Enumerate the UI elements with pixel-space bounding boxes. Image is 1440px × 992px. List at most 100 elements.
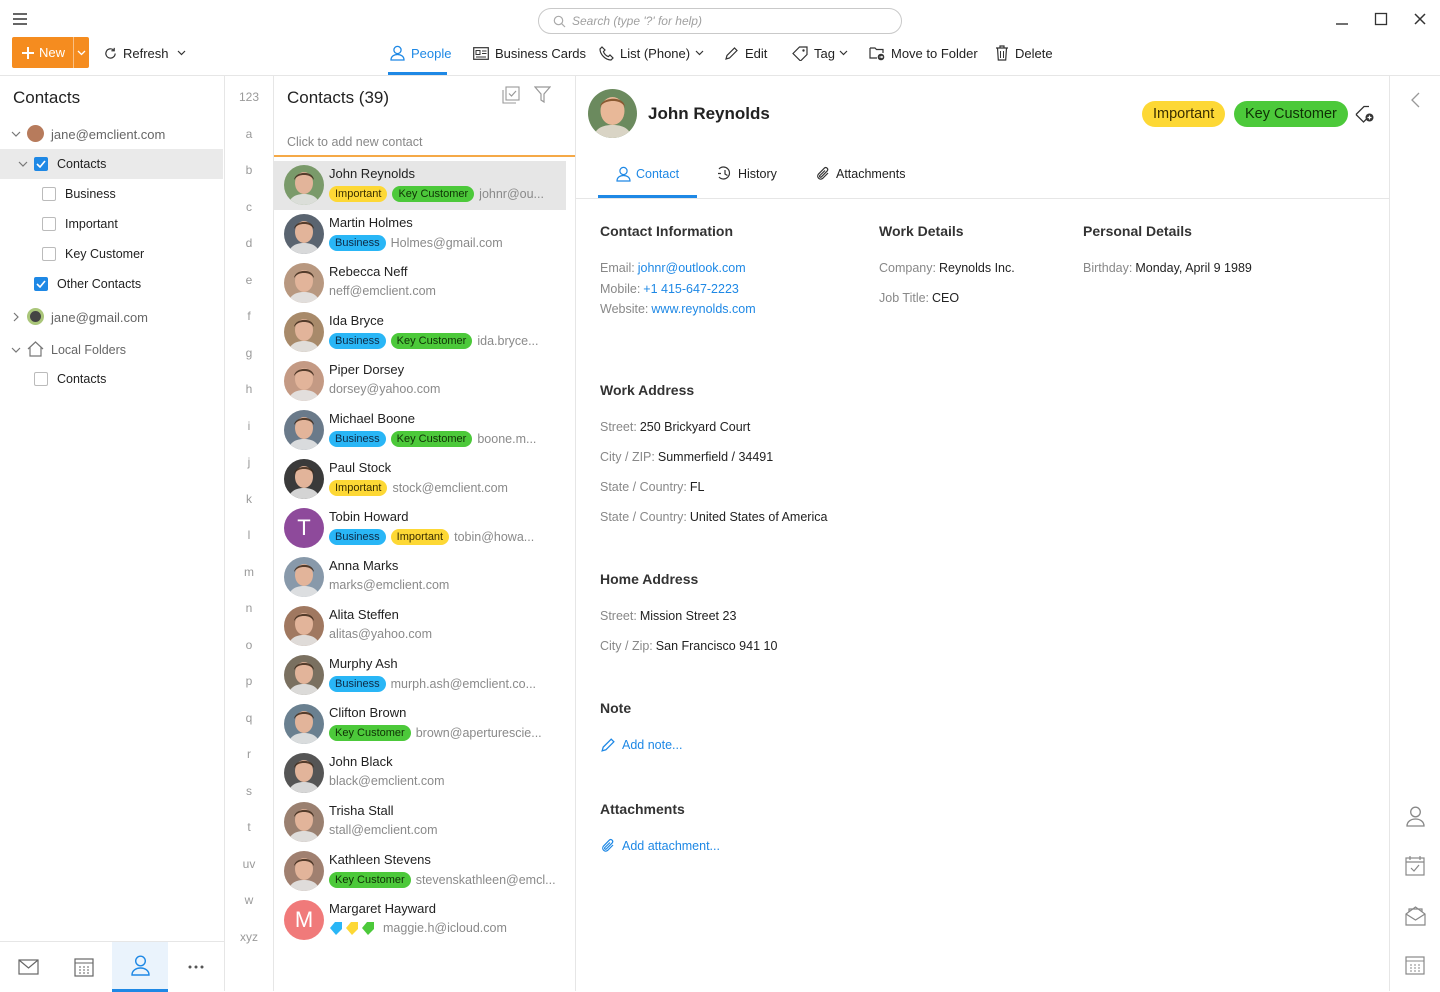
folder-contacts[interactable]: Contacts [0, 149, 223, 179]
contact-row[interactable]: John Black black@emclient.com [274, 749, 566, 798]
contact-row[interactable]: John Reynolds Important Key Customer johnr@… [274, 161, 566, 210]
minimize-button[interactable] [1331, 8, 1353, 30]
folder-business[interactable]: Business [0, 179, 223, 209]
tab-attachments[interactable]: Attachments [815, 166, 905, 182]
phone-link[interactable]: +1 415-647-2223 [643, 282, 739, 296]
alphabet-index-item[interactable]: n [225, 601, 273, 615]
contact-row[interactable]: T Tobin Howard Business Important tobin@howa… [274, 504, 566, 553]
checkbox-checked[interactable] [34, 277, 48, 291]
folder-important[interactable]: Important [0, 209, 223, 239]
new-dropdown[interactable] [73, 37, 89, 68]
collapse-sidebar-button[interactable] [1403, 88, 1427, 112]
chevron-down-icon[interactable] [11, 129, 21, 139]
folder-key-customer[interactable]: Key Customer [0, 239, 223, 269]
alphabet-index-item[interactable]: k [225, 492, 273, 506]
tag-key-customer[interactable]: Key Customer [1234, 101, 1348, 127]
delete-button[interactable]: Delete [995, 37, 1053, 69]
alphabet-index-item[interactable]: h [225, 382, 273, 396]
communication-panel-button[interactable] [1403, 903, 1427, 927]
contact-row[interactable]: Martin Holmes Business Holmes@gmail.com [274, 210, 566, 259]
contact-row[interactable]: Rebecca Neff neff@emclient.com [274, 259, 566, 308]
alphabet-index-item[interactable]: s [225, 784, 273, 798]
alphabet-index-item[interactable]: r [225, 747, 273, 761]
refresh-button[interactable]: Refresh [104, 37, 192, 69]
contact-row[interactable]: Clifton Brown Key Customer brown@apertures… [274, 700, 566, 749]
account-jane-emclient[interactable]: jane@emclient.com [0, 119, 223, 149]
contact-row[interactable]: Anna Marks marks@emclient.com [274, 553, 566, 602]
alphabet-index-item[interactable]: xyz [225, 930, 273, 944]
people-view-button[interactable]: People [390, 37, 451, 69]
alphabet-index-item[interactable]: a [225, 127, 273, 141]
contact-row[interactable]: Trisha Stall stall@emclient.com [274, 798, 566, 847]
business-cards-view-button[interactable]: Business Cards [473, 37, 586, 69]
alphabet-index-item[interactable]: p [225, 674, 273, 688]
contact-row[interactable]: Piper Dorsey dorsey@yahoo.com [274, 357, 566, 406]
contact-row[interactable]: Kathleen Stevens Key Customer stevenskathl… [274, 847, 566, 896]
new-button[interactable]: New [12, 37, 89, 68]
contact-row[interactable]: Murphy Ash Business murph.ash@emclient.co.… [274, 651, 566, 700]
list-phone-view-button[interactable]: List (Phone) [599, 37, 710, 69]
add-contact-input[interactable]: Click to add new contact [274, 128, 575, 157]
alphabet-index-item[interactable]: d [225, 236, 273, 250]
alphabet-index-item[interactable]: t [225, 820, 273, 834]
local-folders[interactable]: Local Folders [0, 335, 223, 365]
tag-button[interactable]: Tag [792, 37, 854, 69]
search-input[interactable]: Search (type '?' for help) [538, 8, 902, 34]
alphabet-index-item[interactable]: uv [225, 857, 273, 871]
alphabet-index-item[interactable]: w [225, 893, 273, 907]
contacts-module-button[interactable] [112, 942, 168, 992]
checkbox-checked[interactable] [34, 157, 48, 171]
contact-row[interactable]: Alita Steffen alitas@yahoo.com [274, 602, 566, 651]
contact-row[interactable]: Paul Stock Important stock@emclient.com [274, 455, 566, 504]
add-attachment-link[interactable]: Add attachment... [600, 838, 720, 854]
close-button[interactable] [1409, 8, 1431, 30]
website-link[interactable]: www.reynolds.com [651, 302, 755, 316]
folder-local-contacts[interactable]: Contacts [0, 364, 223, 394]
select-all-icon[interactable] [502, 86, 520, 104]
alphabet-index-item[interactable]: q [225, 711, 273, 725]
menu-icon[interactable] [12, 12, 28, 26]
chevron-right-icon[interactable] [11, 312, 21, 322]
chevron-down-icon[interactable] [11, 345, 21, 355]
checkbox[interactable] [42, 187, 56, 201]
tag-important[interactable]: Important [1142, 101, 1226, 127]
alphabet-index-item[interactable]: f [225, 309, 273, 323]
mail-module-button[interactable] [0, 942, 56, 992]
maximize-button[interactable] [1370, 8, 1392, 30]
account-jane-gmail[interactable]: jane@gmail.com [0, 302, 223, 332]
alphabet-index-item[interactable]: l [225, 528, 273, 542]
contact-row[interactable]: Ida Bryce Business Key Customer ida.bryce..… [274, 308, 566, 357]
move-to-folder-button[interactable]: Move to Folder [869, 37, 978, 69]
contact-details-panel-button[interactable] [1403, 804, 1427, 828]
tab-history[interactable]: History [717, 166, 777, 181]
alphabet-index-item[interactable]: 123 [225, 90, 273, 104]
checkbox[interactable] [42, 247, 56, 261]
more-modules-button[interactable] [168, 942, 224, 992]
alphabet-index-item[interactable]: g [225, 346, 273, 360]
alphabet-index-item[interactable]: b [225, 163, 273, 177]
alphabet-index-item[interactable]: o [225, 638, 273, 652]
alphabet-index-item[interactable]: i [225, 419, 273, 433]
add-note-link[interactable]: Add note... [600, 737, 682, 753]
move-to-folder-label: Move to Folder [891, 45, 978, 61]
contact-row[interactable]: M Margaret Hayward maggie.h@icloud.com [274, 896, 566, 945]
chevron-down-icon[interactable] [18, 159, 28, 169]
tab-contact[interactable]: Contact [616, 166, 679, 182]
email-link[interactable]: johnr@outlook.com [638, 261, 746, 275]
edit-button[interactable]: Edit [724, 37, 767, 69]
alphabet-index-item[interactable]: j [225, 455, 273, 469]
calendar-panel-button[interactable] [1403, 953, 1427, 977]
contact-row[interactable]: Michael Boone Business Key Customer boone.m… [274, 406, 566, 455]
alphabet-index-item[interactable]: m [225, 565, 273, 579]
alphabet-index-item[interactable]: c [225, 200, 273, 214]
new-main[interactable]: New [12, 37, 73, 68]
folder-other-contacts[interactable]: Other Contacts [0, 269, 223, 299]
checkbox[interactable] [42, 217, 56, 231]
add-tag-icon[interactable] [1355, 105, 1374, 124]
agenda-panel-button[interactable] [1403, 853, 1427, 877]
calendar-module-button[interactable] [56, 942, 112, 992]
filter-icon[interactable] [534, 86, 551, 104]
calendar-icon [74, 957, 94, 977]
checkbox[interactable] [34, 372, 48, 386]
alphabet-index-item[interactable]: e [225, 273, 273, 287]
